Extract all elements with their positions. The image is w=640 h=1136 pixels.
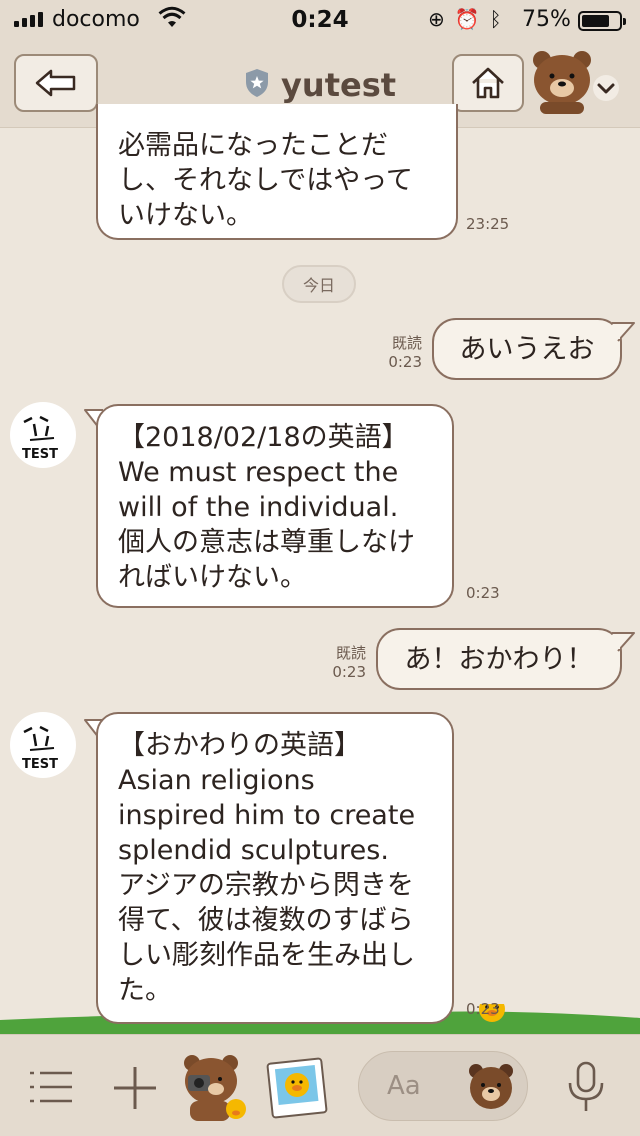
orientation-lock-icon: ⊕ [428, 7, 445, 31]
menu-toggle[interactable] [592, 74, 620, 102]
avatar-text: TEST [22, 447, 58, 462]
photo-icon[interactable] [266, 1057, 328, 1119]
home-button[interactable] [452, 54, 524, 112]
camera-sticker-icon[interactable] [180, 1051, 250, 1123]
input-bar: Aa [0, 1034, 640, 1136]
read-receipt: 既読 0:23 [388, 334, 422, 371]
menu-icon[interactable] [30, 1071, 72, 1103]
bubble-tail [612, 632, 635, 652]
home-icon [472, 67, 504, 99]
status-bar: docomo 0:24 ⊕ ⏰ ᛒ 75% [0, 0, 640, 40]
received-message[interactable]: 【おかわりの英語】 Asian religions inspired him t… [96, 712, 454, 1024]
plus-icon[interactable] [112, 1065, 158, 1111]
sent-message[interactable]: あ！おかわり！ [376, 628, 622, 690]
message-time: 0:23 [466, 584, 500, 602]
avatar[interactable]: TEST [10, 712, 76, 778]
message-time: 0:23 [466, 1000, 500, 1018]
chevron-down-icon [593, 75, 619, 101]
battery-fill [582, 15, 609, 27]
alarm-icon: ⏰ [454, 7, 480, 31]
microphone-icon[interactable] [566, 1061, 606, 1113]
read-receipt: 既読 0:23 [332, 644, 366, 681]
emoji-bear-icon[interactable] [466, 1061, 516, 1111]
avatar-text: TEST [22, 757, 58, 772]
received-message[interactable]: 【2018/02/18の英語】 We must respect the will… [96, 404, 454, 608]
bluetooth-icon: ᛒ [489, 7, 502, 31]
sent-message[interactable]: あいうえお [432, 318, 622, 380]
message-time: 23:25 [466, 215, 510, 233]
battery-percent: 75% [522, 7, 571, 32]
bubble-tail [612, 322, 635, 342]
sticker-shop-bear-icon[interactable] [530, 46, 594, 116]
shield-icon [244, 68, 270, 102]
received-message[interactable]: 必需品になったことだ し、それなしではやって いけない。 [96, 104, 458, 240]
battery-icon [578, 11, 626, 31]
date-separator: 今日 [282, 265, 356, 303]
chat-title: yutest [281, 66, 397, 104]
avatar[interactable]: TEST [10, 402, 76, 468]
input-placeholder: Aa [387, 1071, 421, 1101]
